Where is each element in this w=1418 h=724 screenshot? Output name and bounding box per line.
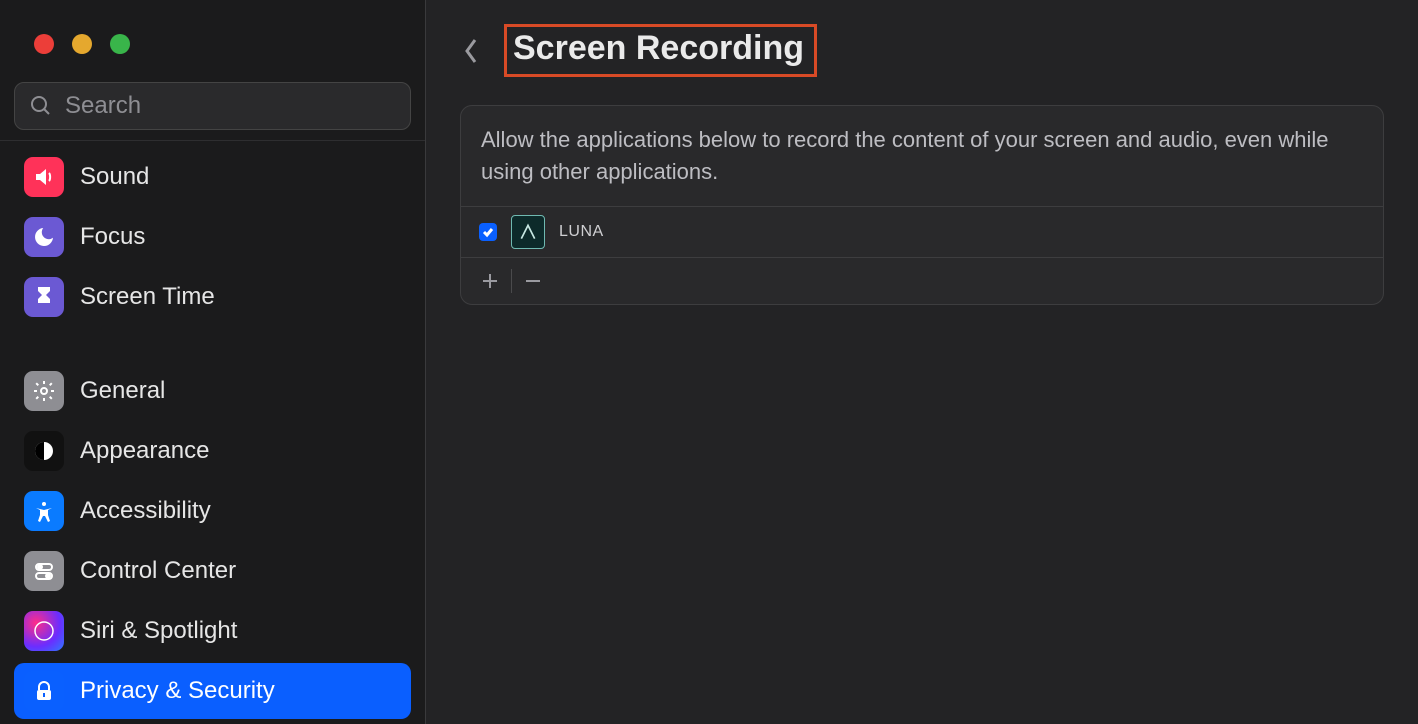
focus-icon bbox=[24, 217, 64, 257]
chevron-left-icon bbox=[462, 37, 480, 65]
check-icon bbox=[482, 226, 494, 238]
sidebar-item-label: Control Center bbox=[80, 557, 236, 585]
accessibility-icon bbox=[24, 491, 64, 531]
back-button[interactable] bbox=[456, 36, 486, 66]
appearance-icon bbox=[24, 431, 64, 471]
privacy-icon bbox=[24, 671, 64, 711]
search-field[interactable] bbox=[14, 82, 411, 130]
content-pane: Screen Recording Allow the applications … bbox=[426, 0, 1418, 724]
content-header: Screen Recording bbox=[426, 0, 1418, 95]
sidebar-item-label: Privacy & Security bbox=[80, 677, 275, 705]
window-controls bbox=[0, 0, 425, 54]
panel-description: Allow the applications below to record t… bbox=[461, 106, 1383, 207]
sidebar-item-sound[interactable]: Sound bbox=[14, 149, 411, 205]
remove-button[interactable] bbox=[516, 264, 550, 298]
minimize-window-button[interactable] bbox=[72, 34, 92, 54]
page-title: Screen Recording bbox=[513, 29, 804, 68]
sidebar-item-label: Siri & Spotlight bbox=[80, 617, 237, 645]
sidebar-item-controlcenter[interactable]: Control Center bbox=[14, 543, 411, 599]
siri-icon bbox=[24, 611, 64, 651]
search-input[interactable] bbox=[65, 92, 396, 120]
sidebar-item-label: Focus bbox=[80, 223, 145, 251]
search-icon bbox=[29, 94, 53, 118]
sidebar-item-general[interactable]: General bbox=[14, 363, 411, 419]
app-name-label: LUNA bbox=[559, 223, 604, 241]
title-highlight-box: Screen Recording bbox=[504, 24, 817, 77]
general-icon bbox=[24, 371, 64, 411]
add-button[interactable] bbox=[473, 264, 507, 298]
permissions-panel: Allow the applications below to record t… bbox=[460, 105, 1384, 305]
sidebar-nav: Sound Focus Screen Time General bbox=[0, 141, 425, 724]
app-row[interactable]: LUNA bbox=[461, 207, 1383, 258]
sidebar-item-label: Screen Time bbox=[80, 283, 215, 311]
search-container bbox=[0, 54, 425, 140]
sidebar-item-appearance[interactable]: Appearance bbox=[14, 423, 411, 479]
sidebar-item-label: General bbox=[80, 377, 165, 405]
sidebar-item-label: Sound bbox=[80, 163, 149, 191]
sidebar-item-label: Accessibility bbox=[80, 497, 211, 525]
sidebar-item-privacy[interactable]: Privacy & Security bbox=[14, 663, 411, 719]
settings-window: Sound Focus Screen Time General bbox=[0, 0, 1418, 724]
sidebar-item-screentime[interactable]: Screen Time bbox=[14, 269, 411, 325]
app-icon-luna bbox=[511, 215, 545, 249]
minus-icon bbox=[524, 272, 542, 290]
close-window-button[interactable] bbox=[34, 34, 54, 54]
sidebar-item-accessibility[interactable]: Accessibility bbox=[14, 483, 411, 539]
plus-icon bbox=[481, 272, 499, 290]
sidebar-item-label: Appearance bbox=[80, 437, 209, 465]
sidebar-item-siri[interactable]: Siri & Spotlight bbox=[14, 603, 411, 659]
sidebar: Sound Focus Screen Time General bbox=[0, 0, 426, 724]
list-toolbar bbox=[461, 258, 1383, 304]
app-checkbox[interactable] bbox=[479, 223, 497, 241]
sidebar-item-focus[interactable]: Focus bbox=[14, 209, 411, 265]
screentime-icon bbox=[24, 277, 64, 317]
toolbar-separator bbox=[511, 269, 512, 293]
sound-icon bbox=[24, 157, 64, 197]
zoom-window-button[interactable] bbox=[110, 34, 130, 54]
controlcenter-icon bbox=[24, 551, 64, 591]
